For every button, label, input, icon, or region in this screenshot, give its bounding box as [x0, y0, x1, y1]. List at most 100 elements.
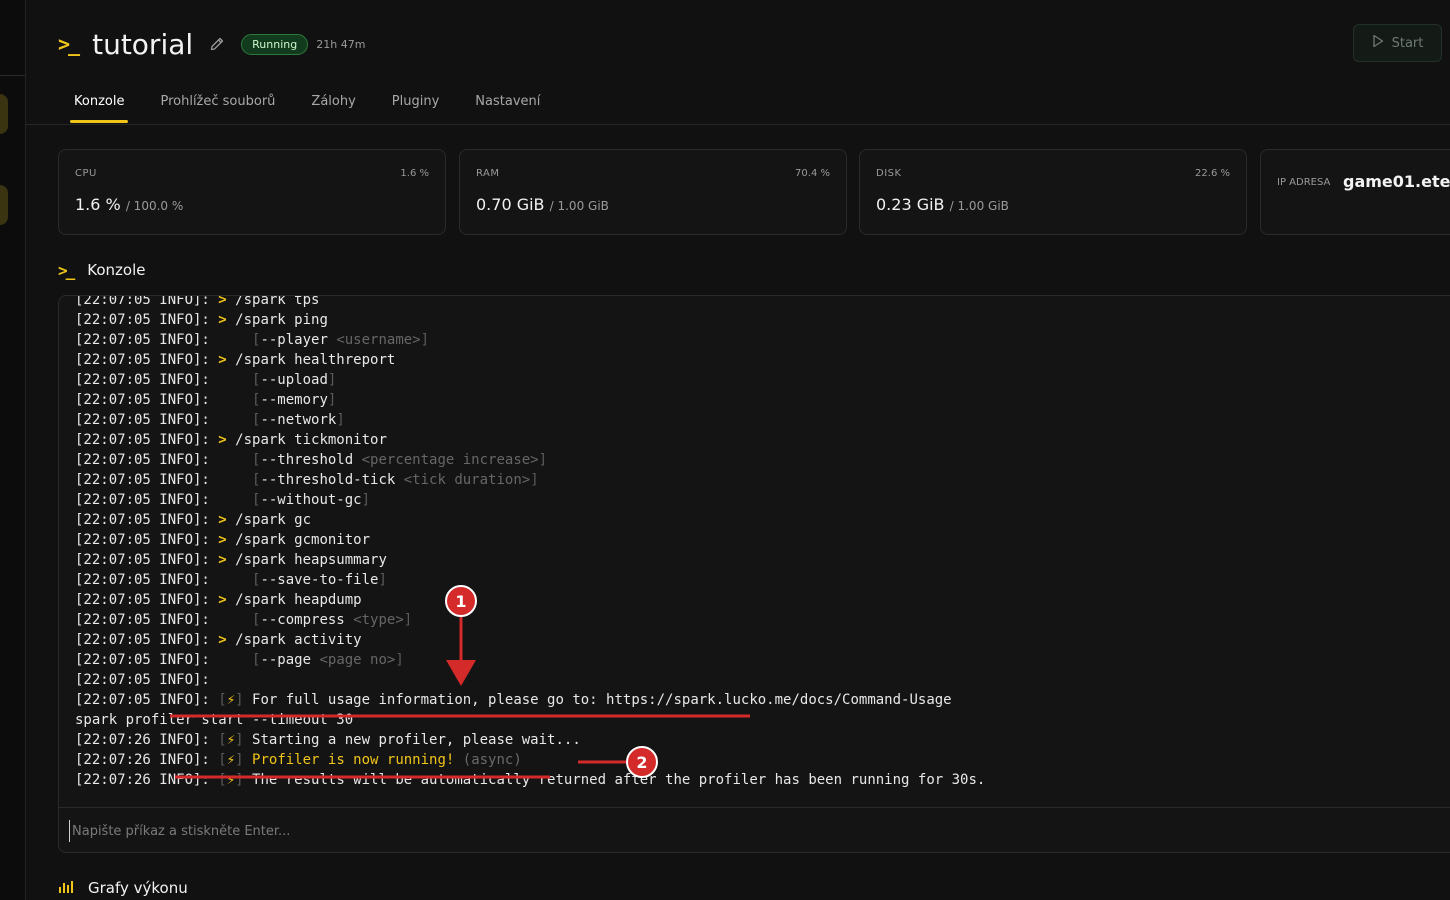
ram-percent: 70.4 %: [795, 168, 830, 179]
bracket-close: ]: [378, 572, 387, 588]
log-prefix: [22:07:26 INFO]:: [75, 752, 219, 768]
command-arrow: >: [218, 532, 236, 548]
bracket-close: ]: [538, 452, 548, 468]
tab-file-browser[interactable]: Prohlížeč souborů: [144, 84, 291, 122]
bracket-close: ]: [336, 412, 345, 428]
console-input-row: [59, 807, 1450, 852]
log-prefix: [22:07:05 INFO]:: [75, 452, 219, 468]
log-prefix: [22:07:05 INFO]:: [75, 432, 219, 448]
bracket-close: ]: [403, 612, 413, 628]
console-line: [22:07:05 INFO]:: [75, 670, 1450, 690]
terminal-icon: >_: [58, 260, 75, 280]
option-argument: <percentage increase>: [361, 452, 539, 468]
log-prefix: [22:07:05 INFO]:: [75, 352, 219, 368]
server-title: tutorial: [92, 27, 194, 61]
console-line: [22:07:05 INFO]: > /spark gc: [75, 510, 1450, 530]
console-line: [22:07:05 INFO]: > /spark gcmonitor: [75, 530, 1450, 550]
option-argument: <type>: [353, 612, 404, 628]
option-flag: --threshold-tick: [260, 472, 396, 488]
spark-bolt-icon: ⚡: [226, 752, 236, 768]
command-arrow: >: [218, 295, 236, 308]
option-flag: --memory: [260, 392, 328, 408]
log-prefix: [22:07:05 INFO]:: [75, 295, 219, 308]
option-argument: <page no>: [319, 652, 396, 668]
command-text: /spark gc: [235, 512, 312, 528]
tab-bar: Konzole Prohlížeč souborů Zálohy Pluginy…: [58, 84, 560, 124]
pencil-icon[interactable]: [209, 36, 225, 52]
command-arrow: >: [218, 312, 236, 328]
console-line: [22:07:05 INFO]: [--network]: [75, 410, 1450, 430]
uptime-text: 21h 47m: [316, 37, 366, 51]
console-output[interactable]: [22:07:05 INFO]: > /spark tps [22:07:05 I…: [75, 295, 1450, 798]
log-prefix: [22:07:05 INFO]:: [75, 532, 219, 548]
bracket-open: [: [218, 752, 227, 768]
bracket-open: [: [218, 732, 227, 748]
bracket-close: ]: [420, 332, 430, 348]
graphs-heading-text: Grafy výkonu: [88, 879, 188, 897]
server-header: >_ tutorial Running 21h 47m: [58, 24, 365, 64]
console-line: [22:07:05 INFO]: > /spark heapdump: [75, 590, 1450, 610]
console-line: [22:07:26 INFO]: [⚡] Starting a new prof…: [75, 730, 1450, 750]
sidebar-item-active[interactable]: [0, 94, 8, 134]
console-command-input[interactable]: [69, 820, 974, 842]
command-text: /spark tickmonitor: [235, 432, 387, 448]
tab-console[interactable]: Konzole: [58, 84, 140, 123]
console-line: [22:07:05 INFO]: [--without-gc]: [75, 490, 1450, 510]
bracket-close: ]: [327, 372, 337, 388]
log-prefix: [22:07:05 INFO]:: [75, 472, 219, 488]
log-prefix: [22:07:05 INFO]:: [75, 312, 219, 328]
option-flag: --network: [260, 412, 337, 428]
ip-card: IP ADRESA game01.eterr: [1260, 149, 1450, 235]
log-prefix: [22:07:05 INFO]:: [75, 612, 219, 628]
ip-value[interactable]: game01.eterr: [1343, 172, 1450, 191]
command-arrow: >: [218, 432, 236, 448]
terminal-prompt-icon: >_: [58, 32, 80, 56]
option-flag: --player: [260, 332, 328, 348]
bracket-close: ]: [235, 752, 253, 768]
spark-message: For full usage information, please go to…: [252, 692, 952, 708]
start-button-label: Start: [1391, 35, 1424, 51]
sidebar-divider: [0, 75, 25, 76]
spark-bolt-icon: ⚡: [226, 732, 236, 748]
console-heading: >_ Konzole: [58, 258, 146, 282]
console-line: [22:07:05 INFO]: > /spark ping: [75, 310, 1450, 330]
command-text: /spark ping: [235, 312, 328, 328]
tab-plugins[interactable]: Pluginy: [376, 84, 456, 122]
command-arrow: >: [218, 632, 236, 648]
tab-backups[interactable]: Zálohy: [295, 84, 371, 122]
bracket-close: ]: [235, 772, 253, 788]
sidebar-item[interactable]: [0, 185, 8, 225]
log-prefix: [22:07:05 INFO]:: [75, 652, 219, 668]
disk-used: 0.23 GiB: [876, 195, 945, 214]
bracket-close: ]: [530, 472, 539, 488]
ram-label: RAM: [476, 168, 500, 179]
bracket-open: [: [218, 772, 227, 788]
log-prefix: [22:07:05 INFO]:: [75, 572, 219, 588]
command-arrow: >: [218, 592, 236, 608]
console-line: [22:07:05 INFO]: > /spark heapsummary: [75, 550, 1450, 570]
log-prefix: [22:07:05 INFO]:: [75, 592, 219, 608]
option-flag: --compress: [260, 612, 345, 628]
cpu-used: 1.6 %: [75, 195, 121, 214]
disk-value: 0.23 GiB / 1.00 GiB: [876, 195, 1009, 214]
log-prefix: [22:07:26 INFO]:: [75, 732, 219, 748]
log-prefix: [22:07:05 INFO]:: [75, 632, 219, 648]
start-button[interactable]: Start: [1353, 24, 1442, 62]
command-text: /spark tps: [235, 295, 320, 308]
play-icon: [1372, 34, 1384, 52]
graphs-heading: Grafy výkonu: [58, 876, 188, 900]
cpu-percent: 1.6 %: [400, 168, 429, 179]
bracket-close: ]: [235, 732, 253, 748]
log-prefix: [22:07:26 INFO]:: [75, 772, 219, 788]
log-prefix: [22:07:05 INFO]:: [75, 692, 219, 708]
console-line: [22:07:05 INFO]: [--page <page no>]: [75, 650, 1450, 670]
console-line: [22:07:05 INFO]: > /spark tickmonitor: [75, 430, 1450, 450]
bracket-close: ]: [327, 392, 337, 408]
ram-used: 0.70 GiB: [476, 195, 545, 214]
tab-settings[interactable]: Nastavení: [459, 84, 556, 122]
ram-value: 0.70 GiB / 1.00 GiB: [476, 195, 609, 214]
log-prefix: [22:07:05 INFO]:: [75, 492, 219, 508]
console-line: [22:07:05 INFO]: [--threshold <percentag…: [75, 450, 1450, 470]
console-panel: [22:07:05 INFO]: > /spark tps [22:07:05 I…: [58, 295, 1450, 853]
command-arrow: >: [218, 352, 236, 368]
